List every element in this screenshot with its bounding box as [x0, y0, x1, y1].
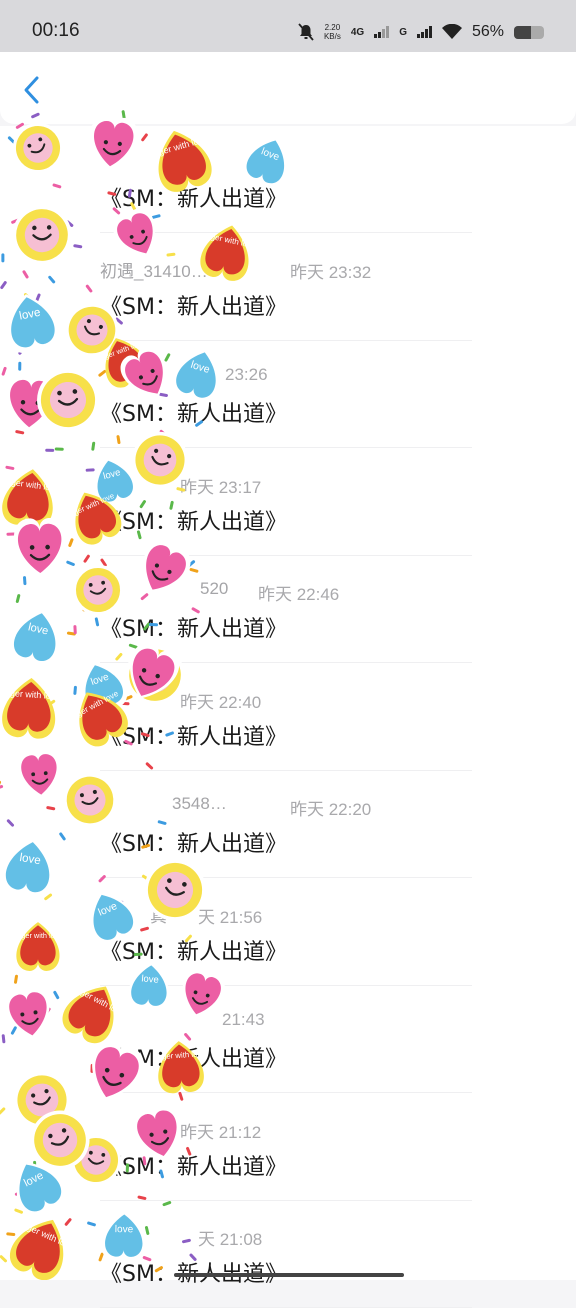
chat-row[interactable]: 昨天 21:12 《SM：新人出道》: [0, 1094, 576, 1201]
battery-percent: 56%: [471, 23, 504, 40]
chat-row-time: 23:26: [225, 365, 268, 384]
chat-row-message: 《SM：新人出道》: [100, 939, 287, 965]
chat-row[interactable]: 23:26 《SM：新人出道》: [0, 341, 576, 448]
chat-row[interactable]: 21:43 《SM：新人出道》: [0, 986, 576, 1093]
chat-row-message: 《SM：新人出道》: [100, 832, 287, 857]
chat-row-message: 《SM：新人出道》: [100, 187, 287, 212]
chat-row[interactable]: 真 天 21:56 《SM：新人出道》: [0, 879, 576, 986]
chat-row-time: 天 21:56: [198, 907, 263, 927]
status-time: 00:16: [32, 20, 80, 41]
chat-row[interactable]: 3548… 昨天 22:20 《SM：新人出道》: [0, 771, 576, 878]
speed-unit: KB/s: [323, 32, 341, 41]
status-icons: 2.20 KB/s 4G G 56%: [298, 20, 544, 44]
chat-row-time: 昨天 22:40: [180, 692, 262, 712]
chat-row-name: 初遇_31410…: [100, 261, 208, 281]
chevron-left-icon: [24, 76, 39, 104]
header: [0, 52, 576, 124]
chat-row[interactable]: 昨天 23:17 《SM：新人出道》: [0, 449, 576, 556]
network-type-1: 4G: [350, 26, 365, 38]
chat-row-time: 昨天 21:12: [180, 1122, 262, 1142]
network-speed: 2.20 KB/s: [324, 23, 341, 41]
wifi-icon: [441, 24, 462, 39]
chat-row[interactable]: 520 昨天 22:46 《SM：新人出道》: [0, 556, 576, 663]
signal-bars-2-icon: [416, 26, 432, 38]
chat-row-message: 《SM：新人出道》: [100, 509, 287, 535]
chat-row-message: 《SM：新人出道》: [100, 1154, 287, 1180]
chat-row-name: 520: [200, 579, 229, 598]
chat-row-name: 3548…: [172, 794, 227, 813]
message-list: 《SM：新人出道》 初遇_31410… 昨天 23:32 《SM：新人出道》 23:26…: [0, 126, 576, 1308]
status-bar: 00:16 2.20 KB/s 4G G 56%: [0, 0, 576, 52]
chat-row-message: 《SM：新人出道》: [100, 1262, 287, 1287]
chat-row-time: 天 21:08: [198, 1230, 263, 1249]
chat-row-time: 昨天 23:17: [180, 477, 262, 497]
speed-value: 2.20: [324, 23, 341, 32]
battery-icon: [514, 25, 544, 39]
chat-row[interactable]: 《SM：新人出道》: [0, 126, 576, 233]
chat-row-message: 《SM：新人出道》: [100, 402, 287, 427]
network-type-2: G: [399, 26, 407, 38]
chat-row-message: 《SM：新人出道》: [100, 724, 287, 750]
chat-row[interactable]: 天 21:08 《SM：新人出道》: [0, 1201, 576, 1308]
chat-row[interactable]: 昨天 22:40 《SM：新人出道》: [0, 664, 576, 771]
signal-bars-1-icon: [374, 26, 390, 38]
chat-row-message: 《SM：新人出道》: [100, 294, 287, 320]
chat-row[interactable]: 初遇_31410… 昨天 23:32 《SM：新人出道》: [0, 234, 576, 341]
chat-row-name: 真: [150, 906, 167, 926]
chat-row-time: 昨天 22:46: [258, 585, 340, 604]
back-button[interactable]: [16, 74, 48, 106]
mute-icon: [298, 23, 314, 41]
home-indicator: [174, 1273, 404, 1277]
chat-row-time: 昨天 22:20: [290, 800, 372, 819]
chat-row-message: 《SM：新人出道》: [100, 617, 287, 642]
chat-row-time: 昨天 23:32: [290, 262, 372, 282]
chat-row-message: 《SM：新人出道》: [100, 1047, 287, 1072]
chat-row-time: 21:43: [222, 1010, 265, 1029]
